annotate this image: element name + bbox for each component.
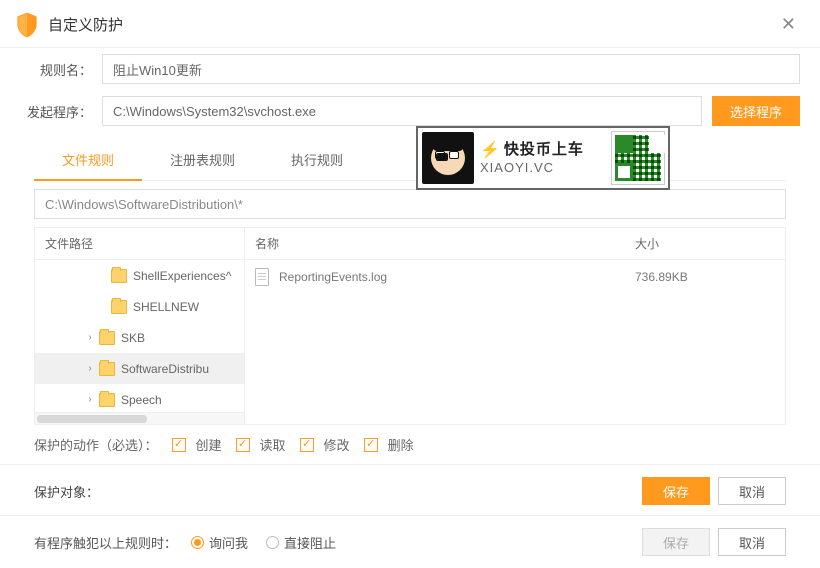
- tree-node[interactable]: ›SHELLNEW: [35, 291, 244, 322]
- rule-name-input[interactable]: [102, 54, 800, 84]
- qr-code-icon: [612, 132, 664, 184]
- tab-file-rules[interactable]: 文件规则: [34, 140, 142, 181]
- watermark-avatar: [422, 132, 474, 184]
- radio-ask-label: 询问我: [209, 533, 248, 552]
- tab-exec-rules[interactable]: 执行规则: [263, 140, 371, 180]
- close-button[interactable]: ✕: [773, 10, 804, 39]
- radio-block[interactable]: [266, 536, 279, 549]
- protect-actions-label: 保护的动作（必选）：: [34, 435, 158, 454]
- folder-icon: [99, 362, 115, 376]
- shield-icon: [16, 12, 38, 38]
- tab-registry-rules[interactable]: 注册表规则: [142, 140, 263, 180]
- program-label: 发起程序：: [20, 102, 92, 121]
- tree-node-label: ShellExperiences^: [133, 269, 231, 283]
- dialog-title: 自定义防护: [48, 14, 773, 35]
- rule-name-label: 规则名：: [20, 60, 92, 79]
- tree-body[interactable]: ›ShellExperiences^›SHELLNEW›SKB›Software…: [35, 260, 244, 412]
- protect-target-label: 保护对象：: [34, 482, 99, 501]
- folder-icon: [99, 331, 115, 345]
- tree-node-label: SoftwareDistribu: [121, 362, 209, 376]
- bolt-icon: ⚡: [480, 141, 500, 160]
- checkbox-read[interactable]: [236, 438, 250, 452]
- col-header-size[interactable]: 大小: [635, 235, 775, 252]
- footer-save-button[interactable]: 保存: [642, 528, 710, 556]
- chevron-right-icon: ›: [83, 363, 97, 374]
- tree-node[interactable]: ›ShellExperiences^: [35, 260, 244, 291]
- watermark-text-zh: 快投币上车: [504, 141, 584, 159]
- chevron-right-icon: ›: [83, 332, 97, 343]
- tree-node[interactable]: › SKB: [35, 322, 244, 353]
- file-size: 736.89KB: [635, 270, 775, 284]
- select-program-button[interactable]: 选择程序: [712, 96, 800, 126]
- checkbox-read-label: 读取: [260, 435, 286, 454]
- tree-node-label: Speech: [121, 393, 162, 407]
- inner-save-button[interactable]: 保存: [642, 477, 710, 505]
- checkbox-create-label: 创建: [196, 435, 222, 454]
- tree-node[interactable]: › SoftwareDistribu: [35, 353, 244, 384]
- file-name: ReportingEvents.log: [279, 270, 635, 284]
- folder-icon: [111, 300, 127, 314]
- trigger-label: 有程序触犯以上规则时：: [34, 533, 177, 552]
- checkbox-create[interactable]: [172, 438, 186, 452]
- path-input[interactable]: [34, 189, 786, 219]
- watermark-overlay: ⚡快投币上车 XIAOYI.VC: [416, 126, 670, 190]
- tree-node[interactable]: › Speech: [35, 384, 244, 412]
- file-icon: [255, 268, 269, 286]
- folder-icon: [99, 393, 115, 407]
- tree-node-label: SKB: [121, 331, 145, 345]
- tree-header: 文件路径: [35, 228, 244, 260]
- chevron-right-icon: ›: [83, 394, 97, 405]
- watermark-url: XIAOYI.VC: [480, 160, 584, 176]
- checkbox-modify[interactable]: [300, 438, 314, 452]
- radio-ask[interactable]: [191, 536, 204, 549]
- tree-node-label: SHELLNEW: [133, 300, 199, 314]
- checkbox-modify-label: 修改: [324, 435, 350, 454]
- radio-block-label: 直接阻止: [284, 533, 336, 552]
- checkbox-delete-label: 删除: [388, 435, 414, 454]
- col-header-name[interactable]: 名称: [255, 235, 635, 252]
- footer-cancel-button[interactable]: 取消: [718, 528, 786, 556]
- folder-icon: [111, 269, 127, 283]
- list-row[interactable]: ReportingEvents.log736.89KB: [245, 260, 785, 294]
- tree-hscrollbar[interactable]: [35, 412, 244, 424]
- inner-cancel-button[interactable]: 取消: [718, 477, 786, 505]
- program-input[interactable]: [102, 96, 702, 126]
- checkbox-delete[interactable]: [364, 438, 378, 452]
